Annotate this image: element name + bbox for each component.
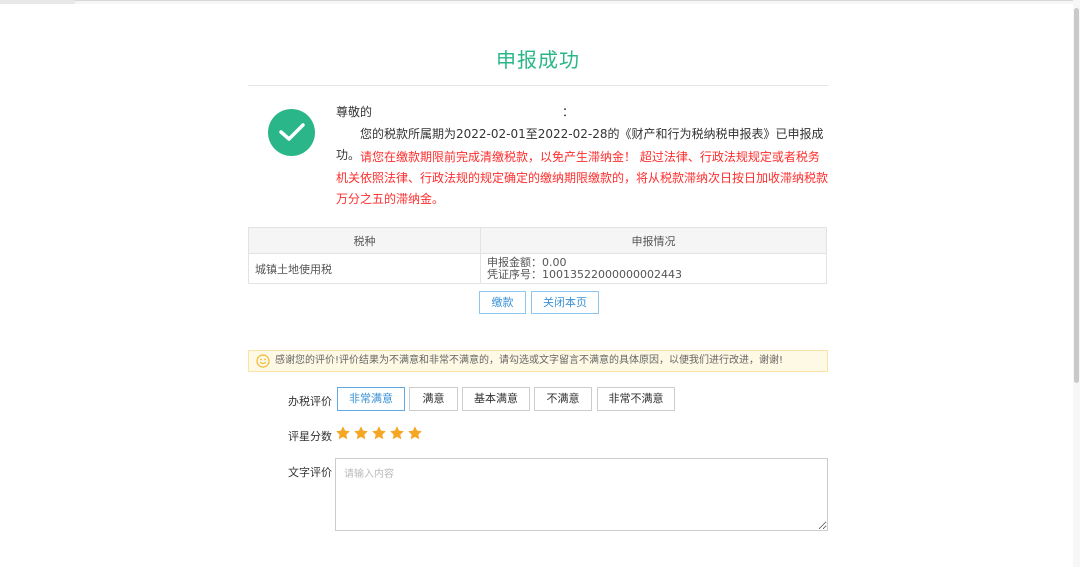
rating-basically-satisfied[interactable]: 基本满意	[462, 387, 530, 411]
column-header-status: 申报情况	[480, 227, 827, 254]
text-review-input[interactable]	[335, 458, 828, 531]
rating-very-dissatisfied[interactable]: 非常不满意	[597, 387, 675, 411]
scrollbar-thumb[interactable]	[1074, 8, 1079, 383]
column-header-tax-type: 税种	[248, 227, 481, 254]
text-review-label: 文字评价	[288, 466, 332, 479]
greeting-colon: ：	[562, 105, 575, 119]
feedback-notice-text: 感谢您的评价!评价结果为不满意和非常不满意的，请勾选或文字留言不满意的具体原因，…	[275, 355, 784, 366]
title-divider	[248, 85, 828, 86]
greeting-text: 尊敬的	[336, 105, 373, 119]
star-icon[interactable]	[335, 425, 351, 441]
tax-type-cell: 城镇土地使用税	[248, 253, 481, 284]
star-icon[interactable]	[371, 425, 387, 441]
late-fee-warning: 请您在缴款期限前完成清缴税款，以免产生滞纳金！ 超过法律、行政法规规定或者税务机…	[336, 150, 829, 206]
success-check-icon	[268, 109, 315, 156]
scrollbar-track[interactable]	[1073, 0, 1080, 567]
table-header-row: 税种 申报情况	[248, 227, 827, 254]
greeting-line: 尊敬的 ：	[336, 102, 828, 123]
browser-tab-edge	[0, 0, 75, 4]
stars-label: 评星分数	[288, 430, 332, 443]
close-page-button[interactable]: 关闭本页	[531, 291, 599, 314]
pay-button[interactable]: 缴款	[479, 291, 526, 314]
declaration-result-table: 税种 申报情况 城镇土地使用税 申报金额：0.00 凭证序号：100135220…	[248, 227, 827, 284]
star-icon[interactable]	[389, 425, 405, 441]
smile-icon	[256, 354, 270, 368]
rating-very-satisfied[interactable]: 非常满意	[337, 387, 405, 411]
redacted-taxpayer-name	[372, 107, 563, 118]
voucher-number: 凭证序号：10013522000000002443	[487, 267, 682, 281]
declared-amount: 申报金额：0.00	[487, 255, 567, 269]
page-title: 申报成功	[496, 48, 580, 72]
star-icon[interactable]	[407, 425, 423, 441]
browser-top-edge	[0, 0, 1080, 4]
rating-label: 办税评价	[288, 395, 332, 408]
star-icon[interactable]	[353, 425, 369, 441]
status-cell: 申报金额：0.00 凭证序号：10013522000000002443	[480, 253, 827, 284]
feedback-notice: 感谢您的评价!评价结果为不满意和非常不满意的，请勾选或文字留言不满意的具体原因，…	[248, 350, 828, 372]
table-row: 城镇土地使用税 申报金额：0.00 凭证序号：10013522000000002…	[248, 253, 827, 284]
rating-satisfied[interactable]: 满意	[409, 387, 458, 411]
rating-dissatisfied[interactable]: 不满意	[534, 387, 592, 411]
